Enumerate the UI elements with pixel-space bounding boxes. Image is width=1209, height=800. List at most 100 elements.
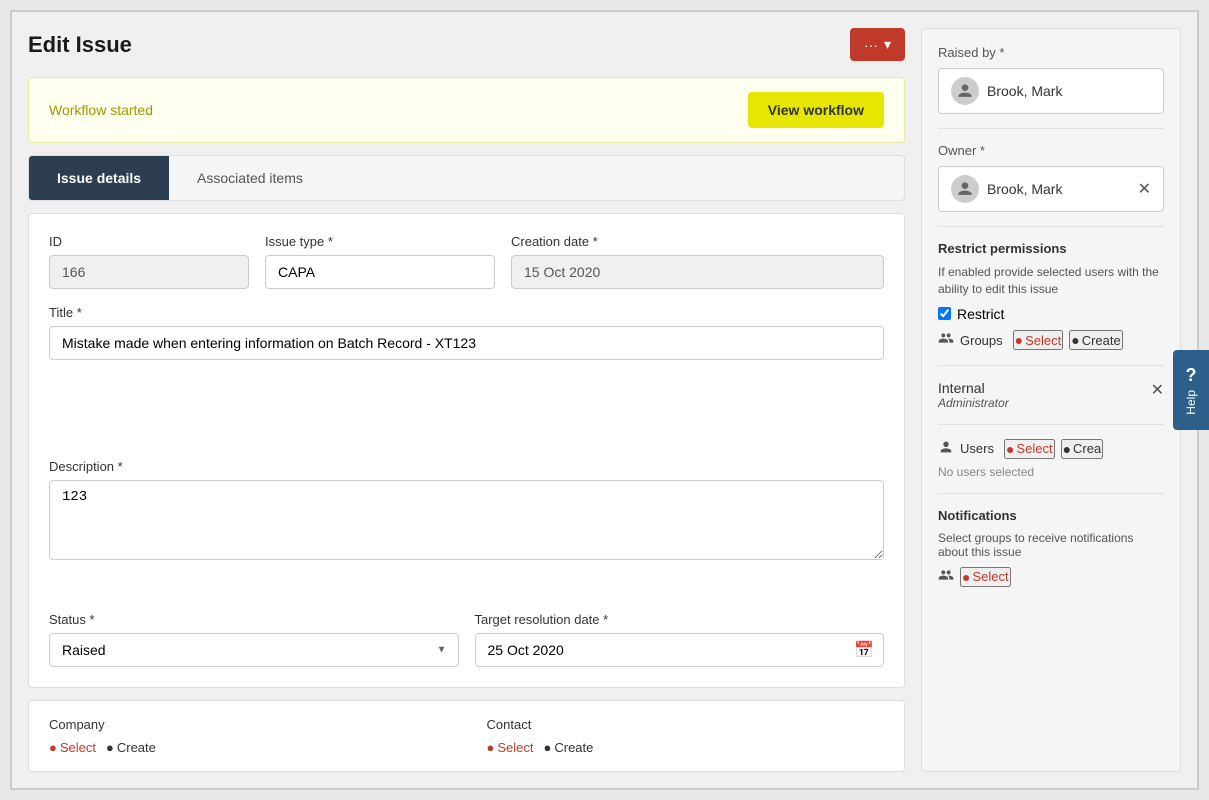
contact-action-row: ● Select ● Create <box>487 740 885 755</box>
notifications-action-row: ● Select <box>938 567 1164 587</box>
owner-section: Owner * Brook, Mark ✕ <box>938 143 1164 227</box>
restrict-checkbox-label: Restrict <box>957 306 1004 322</box>
title-group: Title * <box>49 305 884 443</box>
internal-role: Administrator <box>938 396 1009 410</box>
page-title: Edit Issue <box>28 32 132 58</box>
users-section: Users ● Select ● Crea No users selected <box>938 439 1164 494</box>
users-label: Users <box>960 441 994 456</box>
raised-by-avatar <box>951 77 979 105</box>
id-label: ID <box>49 234 249 249</box>
users-select-button[interactable]: ● Select <box>1004 439 1055 459</box>
users-create-button[interactable]: ● Crea <box>1061 439 1104 459</box>
tabs-container: Issue details Associated items <box>28 155 905 201</box>
contact-select-button[interactable]: ● Select <box>487 740 534 755</box>
company-create-button[interactable]: ● Create <box>106 740 156 755</box>
groups-row: Groups ● Select ● Create <box>938 330 1164 351</box>
page-header: Edit Issue ··· ▾ <box>28 28 905 65</box>
groups-label: Groups <box>960 333 1003 348</box>
title-field[interactable] <box>49 326 884 360</box>
calendar-icon: 📅 <box>854 640 874 660</box>
groups-icon <box>938 330 954 351</box>
users-create-plus-icon: ● <box>1063 441 1071 457</box>
restrict-title: Restrict permissions <box>938 241 1164 256</box>
contact-create-button[interactable]: ● Create <box>544 740 594 755</box>
target-date-label: Target resolution date * <box>475 612 885 627</box>
more-icon: ··· <box>864 37 878 53</box>
view-workflow-button[interactable]: View workflow <box>748 92 884 128</box>
target-date-field[interactable] <box>475 633 885 667</box>
bottom-row: Company ● Select ● Create <box>28 700 905 772</box>
internal-section: Internal Administrator ✕ <box>938 380 1164 425</box>
issue-type-group: Issue type * <box>265 234 495 289</box>
form-container: ID Issue type * Creation date * Title * <box>28 213 905 688</box>
tab-issue-details[interactable]: Issue details <box>29 156 169 200</box>
owner-label: Owner * <box>938 143 1164 158</box>
raised-by-box: Brook, Mark <box>938 68 1164 114</box>
no-users-text: No users selected <box>938 465 1164 479</box>
status-select[interactable]: Raised <box>49 633 459 667</box>
notifications-select-button[interactable]: ● Select <box>960 567 1011 587</box>
groups-create-plus-icon: ● <box>1071 332 1079 348</box>
owner-clear-button[interactable]: ✕ <box>1138 179 1151 199</box>
notifications-icon <box>938 567 954 586</box>
raised-by-section: Raised by * Brook, Mark <box>938 45 1164 129</box>
contact-group: Contact ● Select ● Create <box>487 717 885 755</box>
groups-select-button[interactable]: ● Select <box>1013 330 1064 350</box>
company-label: Company <box>49 717 447 732</box>
title-label: Title * <box>49 305 884 320</box>
header-actions: ··· ▾ <box>850 28 905 61</box>
owner-box: Brook, Mark ✕ <box>938 166 1164 212</box>
form-row-1: ID Issue type * Creation date * <box>49 234 884 289</box>
issue-type-label: Issue type * <box>265 234 495 249</box>
company-select-button[interactable]: ● Select <box>49 740 96 755</box>
notifications-title: Notifications <box>938 508 1164 523</box>
groups-create-button[interactable]: ● Create <box>1069 330 1123 350</box>
company-action-row: ● Select ● Create <box>49 740 447 755</box>
company-group: Company ● Select ● Create <box>49 717 447 755</box>
status-select-wrapper: Raised <box>49 633 459 667</box>
raised-by-name: Brook, Mark <box>987 83 1151 99</box>
status-label: Status * <box>49 612 459 627</box>
groups-select-plus-icon: ● <box>1015 332 1023 348</box>
help-label: Help <box>1184 390 1198 415</box>
raised-by-label: Raised by * <box>938 45 1164 60</box>
target-date-group: Target resolution date * 📅 <box>475 612 885 667</box>
description-label: Description * <box>49 459 884 474</box>
internal-clear-button[interactable]: ✕ <box>1151 380 1164 400</box>
notifications-select-plus-icon: ● <box>962 569 970 585</box>
notifications-section: Notifications Select groups to receive n… <box>938 508 1164 587</box>
users-select-plus-icon: ● <box>1006 441 1014 457</box>
contact-label: Contact <box>487 717 885 732</box>
restrict-desc: If enabled provide selected users with t… <box>938 264 1164 298</box>
company-create-plus-icon: ● <box>106 740 114 755</box>
description-field[interactable]: 123 <box>49 480 884 560</box>
issue-type-field[interactable] <box>265 255 495 289</box>
users-row: Users ● Select ● Crea <box>938 439 1164 459</box>
help-button[interactable]: ? Help <box>1173 350 1209 430</box>
id-field <box>49 255 249 289</box>
workflow-banner: Workflow started View workflow <box>28 77 905 143</box>
restrict-checkbox[interactable] <box>938 307 951 320</box>
internal-row: Internal Administrator ✕ <box>938 380 1164 410</box>
restrict-section: Restrict permissions If enabled provide … <box>938 241 1164 366</box>
contact-create-plus-icon: ● <box>544 740 552 755</box>
restrict-checkbox-row: Restrict <box>938 306 1164 322</box>
internal-name: Internal <box>938 380 1009 396</box>
creation-date-group: Creation date * <box>511 234 884 289</box>
description-group: Description * 123 <box>49 459 884 597</box>
tab-associated-items[interactable]: Associated items <box>169 156 331 200</box>
creation-date-label: Creation date * <box>511 234 884 249</box>
creation-date-field <box>511 255 884 289</box>
more-options-button[interactable]: ··· ▾ <box>850 28 905 61</box>
workflow-status-text: Workflow started <box>49 102 153 118</box>
contact-select-plus-icon: ● <box>487 740 495 755</box>
users-icon <box>938 439 954 458</box>
company-select-plus-icon: ● <box>49 740 57 755</box>
dropdown-icon: ▾ <box>884 36 891 53</box>
notifications-desc: Select groups to receive notifications a… <box>938 531 1164 559</box>
id-group: ID <box>49 234 249 289</box>
help-icon: ? <box>1186 365 1197 386</box>
owner-name: Brook, Mark <box>987 181 1130 197</box>
owner-avatar <box>951 175 979 203</box>
internal-info: Internal Administrator <box>938 380 1009 410</box>
